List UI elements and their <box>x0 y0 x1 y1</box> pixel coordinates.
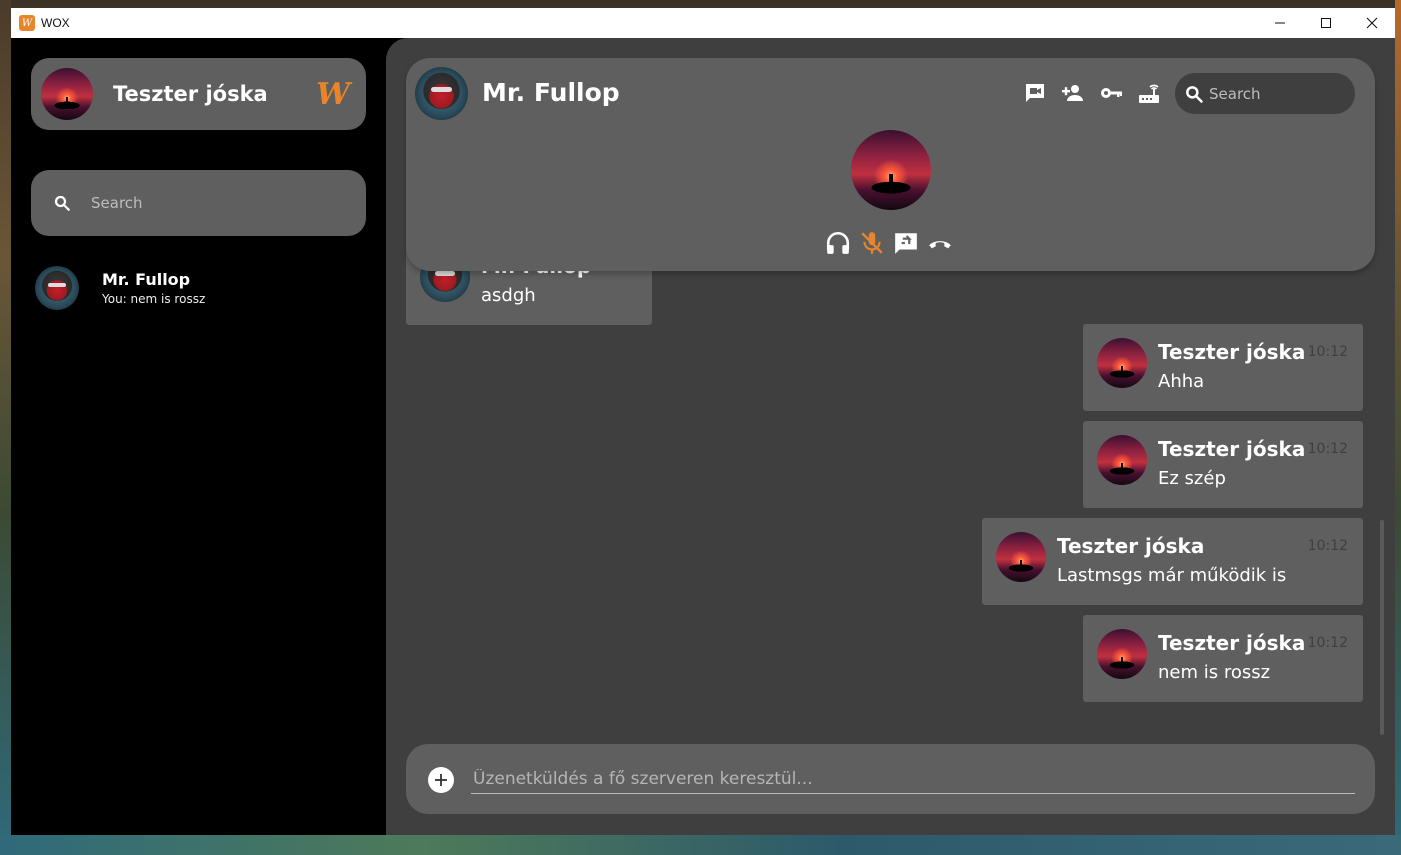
minimize-icon <box>1275 22 1285 24</box>
sidebar-search <box>31 170 366 236</box>
message-scrollbar[interactable] <box>1380 520 1384 735</box>
header-actions <box>1016 79 1168 107</box>
add-user-icon <box>1062 85 1083 101</box>
close-button[interactable] <box>1349 8 1395 38</box>
hang-up-icon <box>929 241 951 249</box>
message-avatar <box>1097 338 1147 388</box>
mic-off-icon <box>861 232 883 254</box>
call-controls <box>821 228 957 258</box>
minimize-button[interactable] <box>1257 8 1303 38</box>
title-bar: W WOX <box>11 8 1395 38</box>
maximize-button[interactable] <box>1303 8 1349 38</box>
screen-share-button[interactable] <box>889 228 923 258</box>
search-icon <box>54 195 70 211</box>
contact-text: Mr. Fullop You: nem is rossz <box>102 270 205 306</box>
call-participant-avatar <box>851 130 931 210</box>
chat-panel: Mr. Fullop 10:12 asdgh Teszter jóska 10:… <box>386 38 1395 835</box>
message-author: Teszter jóska <box>1057 534 1205 558</box>
message-avatar <box>1097 435 1147 485</box>
message-avatar <box>1097 629 1147 679</box>
desktop-background-left <box>0 0 11 855</box>
message-author: Teszter jóska <box>1158 631 1306 655</box>
message-text: Lastmsgs már működik is <box>1057 565 1287 586</box>
contact-name: Mr. Fullop <box>102 270 191 289</box>
router-icon <box>1139 84 1159 103</box>
screen-share-icon <box>895 233 917 254</box>
key-icon <box>1101 88 1122 98</box>
current-user-avatar <box>41 68 93 120</box>
message-composer <box>406 744 1375 814</box>
sidebar-search-input[interactable] <box>91 194 331 212</box>
message-time: 10:12 <box>1307 635 1348 651</box>
contact-last-message: You: nem is rossz <box>102 292 206 306</box>
message-time: 10:12 <box>1307 344 1348 360</box>
brand-logo: W <box>316 76 350 112</box>
message-author: Teszter jóska <box>1158 340 1306 364</box>
headphones-icon <box>826 231 850 254</box>
chat-header: Mr. Fullop <box>406 58 1375 271</box>
message-list: Mr. Fullop 10:12 asdgh Teszter jóska 10:… <box>406 238 1376 733</box>
app-icon: W <box>19 15 35 31</box>
header-search-input[interactable] <box>1209 84 1339 103</box>
router-button[interactable] <box>1130 79 1168 107</box>
message-avatar <box>996 532 1046 582</box>
contact-item[interactable]: Mr. Fullop You: nem is rossz <box>35 260 365 316</box>
contact-avatar <box>35 266 79 310</box>
key-button[interactable] <box>1092 79 1130 107</box>
plus-icon <box>435 774 447 786</box>
add-user-button[interactable] <box>1054 79 1092 107</box>
message-text: asdgh <box>481 285 536 306</box>
current-user-card[interactable]: Teszter jóska W <box>31 58 366 130</box>
message-text: Ahha <box>1158 371 1205 392</box>
message-time: 10:12 <box>1307 441 1348 457</box>
message-text: Ez szép <box>1158 468 1226 489</box>
window-controls <box>1257 8 1395 38</box>
message-text: nem is rossz <box>1158 662 1271 683</box>
sidebar: Teszter jóska W Mr. Fullop You: nem is r… <box>11 38 386 835</box>
message-author: Teszter jóska <box>1158 437 1306 461</box>
message-item: Teszter jóska 10:12 Ez szép <box>1083 421 1363 508</box>
app-window: W WOX Teszter jóska W Search Mr. Fullop … <box>11 8 1395 835</box>
current-user-name: Teszter jóska <box>113 82 268 106</box>
close-icon <box>1366 17 1378 29</box>
video-chat-button[interactable] <box>1016 79 1054 107</box>
message-item: Teszter jóska 10:12 Lastmsgs már működik… <box>982 518 1363 605</box>
message-input[interactable] <box>471 764 1355 794</box>
headphones-button[interactable] <box>821 228 855 258</box>
mute-button[interactable] <box>855 228 889 258</box>
hang-up-button[interactable] <box>923 228 957 258</box>
message-item: Teszter jóska 10:12 Ahha <box>1083 324 1363 411</box>
message-item: Teszter jóska 10:12 nem is rossz <box>1083 615 1363 702</box>
search-icon <box>1186 85 1203 103</box>
desktop-background-right <box>1395 0 1401 855</box>
video-chat-icon <box>1026 84 1044 102</box>
maximize-icon <box>1321 18 1331 28</box>
window-title: WOX <box>41 16 70 30</box>
peer-name: Mr. Fullop <box>482 78 620 107</box>
message-time: 10:12 <box>1307 538 1348 554</box>
peer-avatar <box>415 67 468 120</box>
header-search <box>1175 73 1355 114</box>
desktop-background-bottom <box>0 835 1401 855</box>
add-attachment-button[interactable] <box>428 767 454 793</box>
